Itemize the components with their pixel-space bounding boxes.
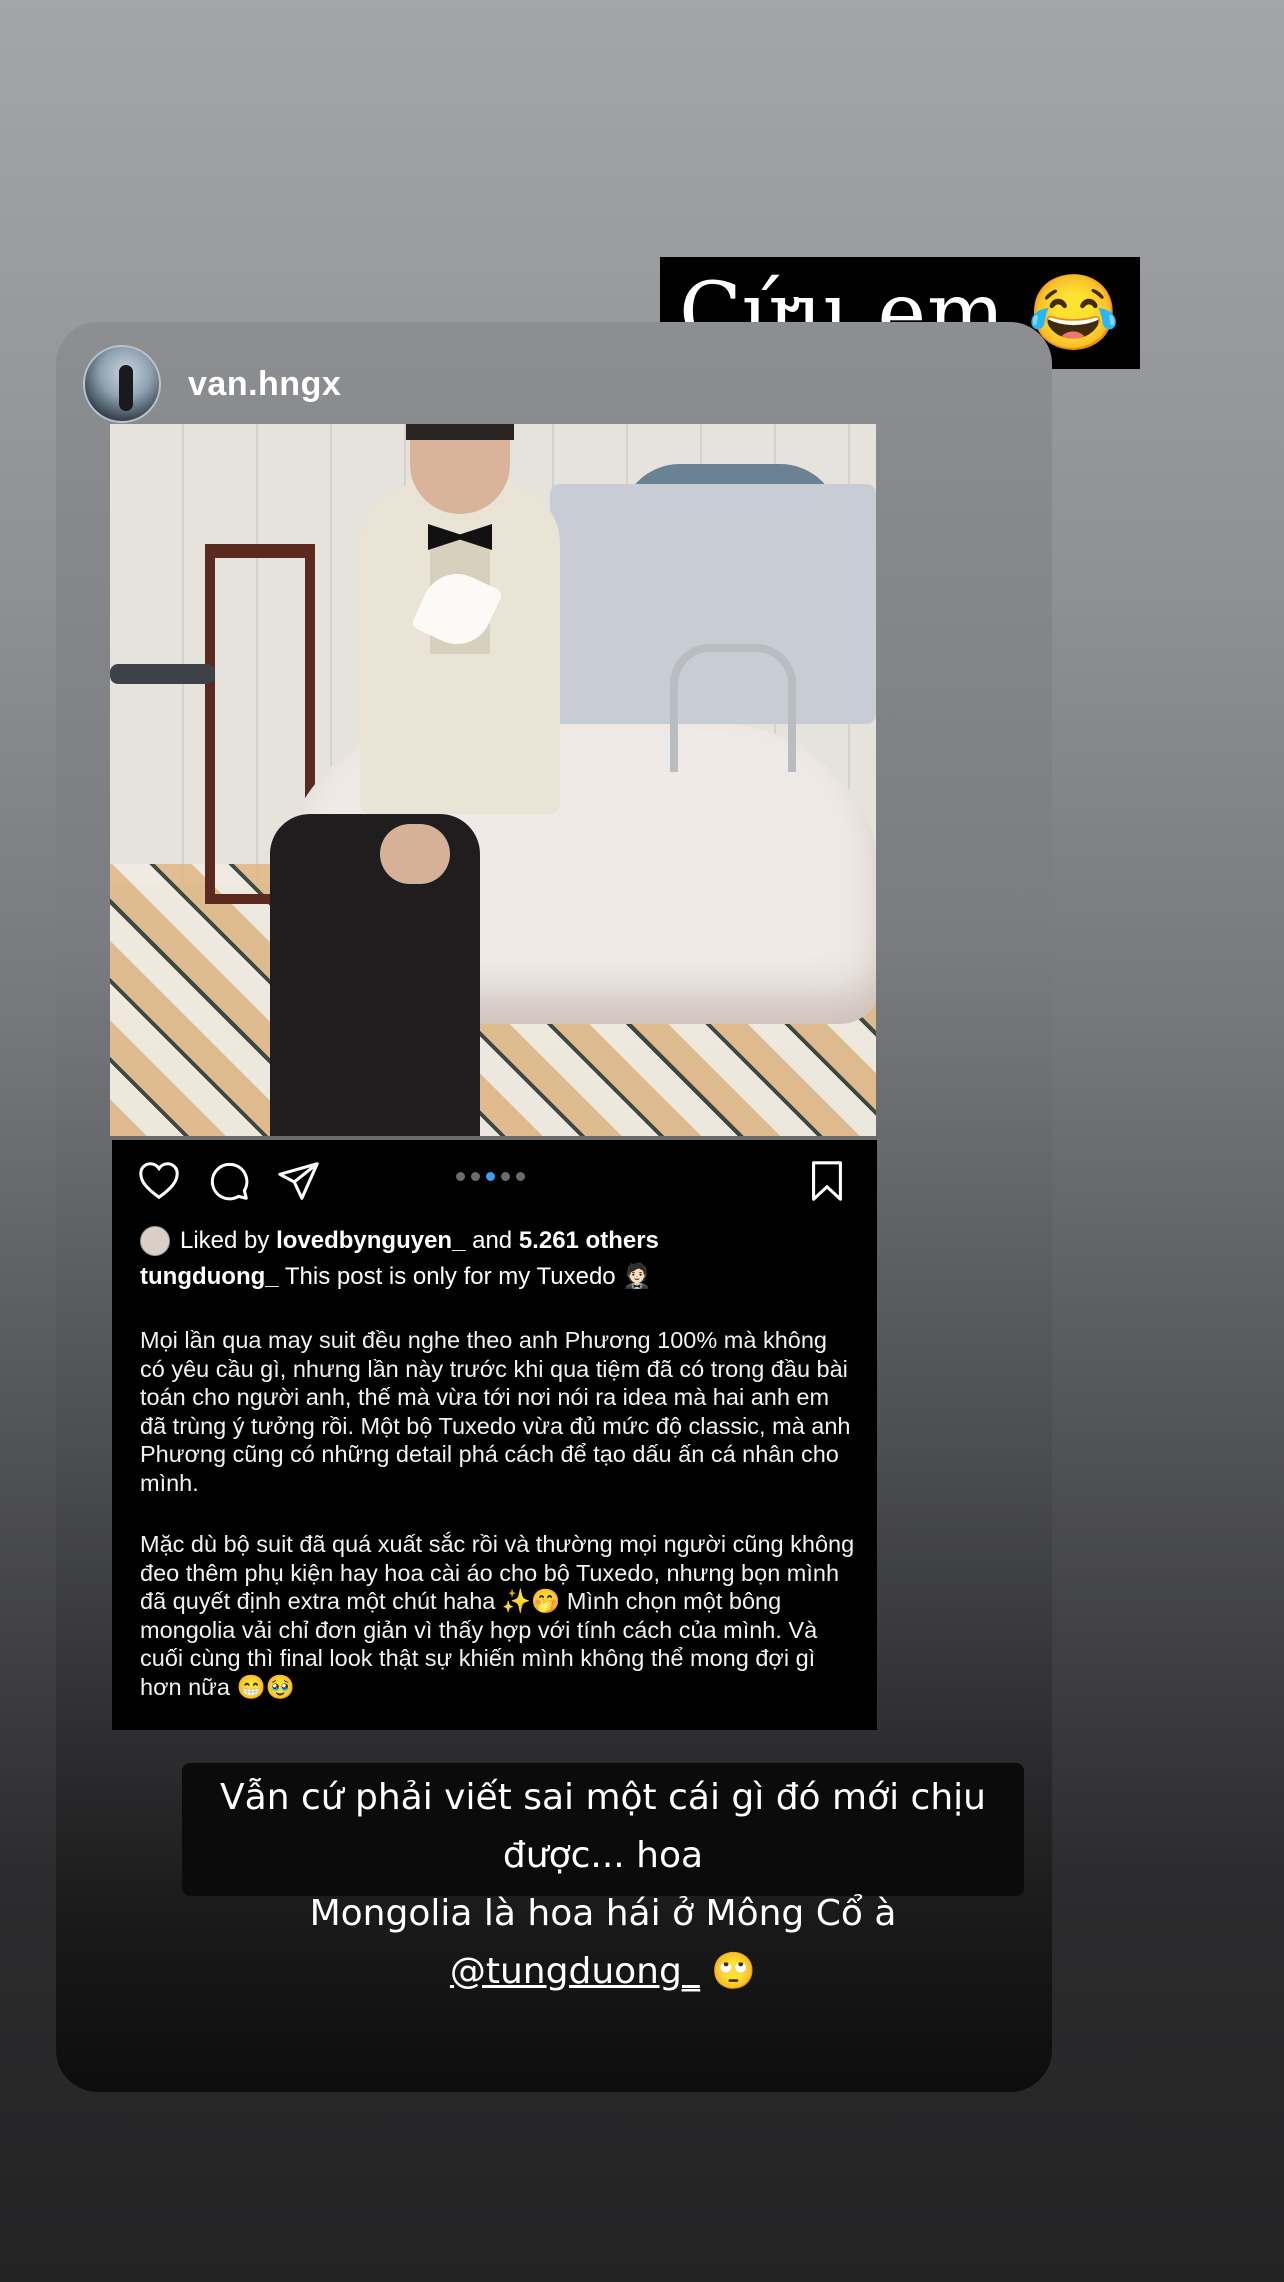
post-body: Liked by lovedbynguyen_ and 5.261 others…	[112, 1140, 877, 1730]
carousel-indicator	[456, 1172, 525, 1181]
caption-paragraph-2: Mặc dù bộ suit đã quá xuất sắc rồi và th…	[140, 1531, 855, 1700]
caption-title-text: This post is only for my Tuxedo 🤵🏻	[284, 1263, 653, 1290]
caption-sticker-bottom: Vẫn cứ phải viết sai một cái gì đó mới c…	[182, 1763, 1024, 1992]
mention-link[interactable]: @tungduong_	[450, 1951, 700, 1992]
post-username[interactable]: van.hngx	[188, 365, 341, 404]
likes-count[interactable]: 5.261 others	[519, 1227, 659, 1255]
likes-line[interactable]: Liked by lovedbynguyen_ and 5.261 others	[140, 1226, 659, 1256]
caption-paragraph-1: Mọi lần qua may suit đều nghe theo anh P…	[140, 1327, 851, 1496]
bookmark-icon[interactable]	[804, 1158, 850, 1204]
post-image[interactable]	[110, 424, 876, 1136]
sticker-line-2: Mongolia là hoa hái ở Mông Cổ à @tungduo…	[196, 1885, 1010, 2001]
avatar[interactable]	[83, 345, 161, 423]
likes-prefix: Liked by	[180, 1227, 270, 1254]
sticker-line-1: Vẫn cứ phải viết sai một cái gì đó mới c…	[220, 1777, 986, 1876]
heart-icon[interactable]	[136, 1158, 182, 1204]
liker-username[interactable]: lovedbynguyen_	[276, 1227, 465, 1255]
likes-and: and	[472, 1227, 513, 1254]
caption-title: tungduong_ This post is only for my Tuxe…	[140, 1262, 652, 1291]
share-icon[interactable]	[276, 1158, 322, 1204]
comment-icon[interactable]	[206, 1158, 252, 1204]
eye-roll-emoji: 🙄	[711, 1951, 757, 1992]
sticker-line-2-text: Mongolia là hoa hái ở Mông Cổ à	[309, 1893, 897, 1934]
caption-author[interactable]: tungduong_	[140, 1263, 279, 1290]
liker-avatar	[140, 1226, 170, 1256]
